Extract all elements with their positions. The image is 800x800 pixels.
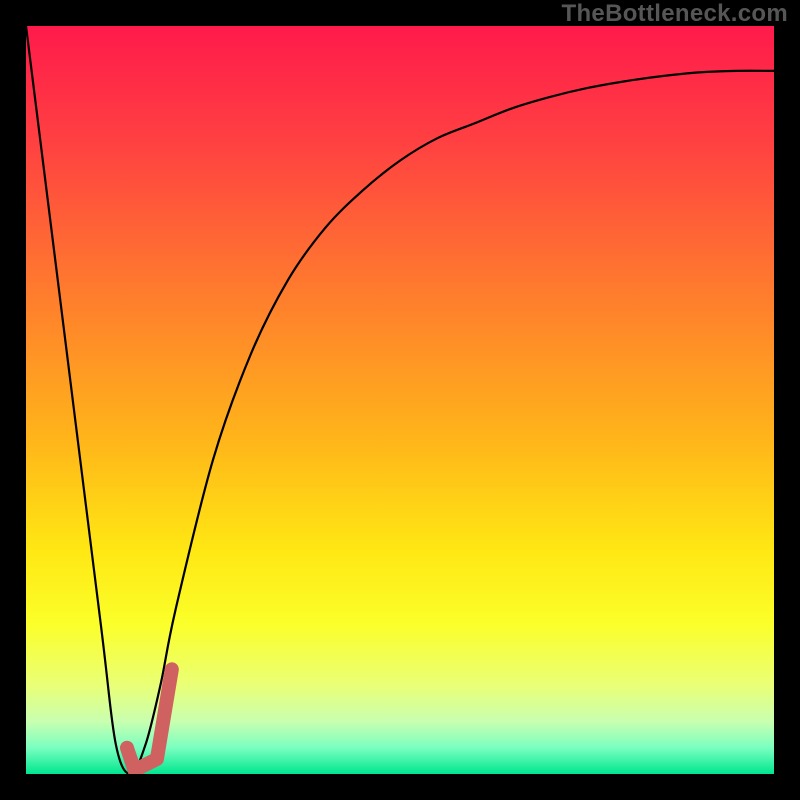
chart-frame: TheBottleneck.com [0,0,800,800]
watermark-text: TheBottleneck.com [562,0,788,28]
plot-area [26,26,774,774]
gradient-background [26,26,774,774]
plot-svg [26,26,774,774]
